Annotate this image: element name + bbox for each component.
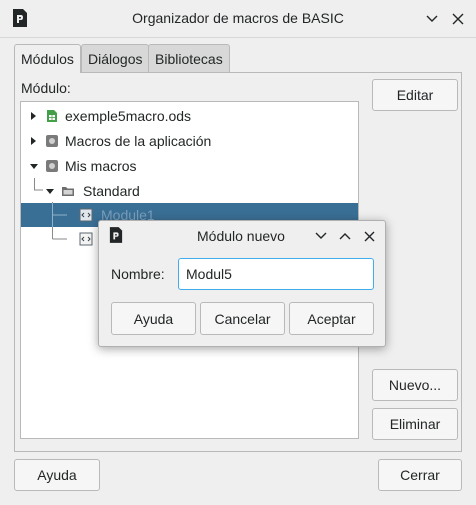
new-module-dialog: Módulo nuevo Nombre: Ayuda Cancelar Acep…: [98, 220, 386, 347]
dialog-titlebar: Módulo nuevo: [99, 221, 385, 251]
dialog-cancel-button[interactable]: Cancelar: [200, 302, 285, 335]
delete-button[interactable]: Eliminar: [372, 408, 458, 440]
dialog-help-button[interactable]: Ayuda: [111, 302, 196, 335]
tab-libraries[interactable]: Bibliotecas: [148, 44, 230, 72]
edit-button[interactable]: Editar: [372, 79, 458, 111]
new-button[interactable]: Nuevo...: [372, 369, 458, 401]
tree-item-label: Standard: [83, 183, 140, 199]
dialog-title: Módulo nuevo: [197, 228, 285, 244]
dialog-maximize-button[interactable]: [336, 227, 354, 245]
folder-icon: [62, 187, 74, 196]
dialog-close-button[interactable]: [360, 227, 378, 245]
close-window-button[interactable]: [448, 9, 468, 29]
tab-modules[interactable]: Módulos: [14, 44, 81, 73]
name-label: Nombre:: [111, 266, 165, 282]
dialog-accept-button[interactable]: Aceptar: [289, 302, 374, 335]
module-label: Módulo:: [21, 80, 71, 96]
module-name-input[interactable]: [178, 258, 374, 290]
chevron-down-icon: [426, 15, 438, 22]
tree-item-standard[interactable]: Standard: [21, 179, 358, 203]
tab-dialogs[interactable]: Diálogos: [81, 44, 150, 72]
dialog-minimize-button[interactable]: [312, 227, 330, 245]
window-titlebar: Organizador de macros de BASIC: [0, 0, 476, 38]
close-button[interactable]: Cerrar: [378, 459, 462, 491]
minimize-button[interactable]: [422, 9, 442, 29]
help-button[interactable]: Ayuda: [14, 459, 100, 491]
chevron-down-icon: [315, 232, 327, 239]
chevron-up-icon: [339, 233, 351, 240]
libreoffice-doc-icon: [109, 227, 123, 243]
collapse-arrow-icon[interactable]: [46, 189, 54, 194]
basic-module-icon: [79, 232, 93, 246]
tree-connector-icon: [52, 203, 67, 227]
window-title: Organizador de macros de BASIC: [132, 10, 344, 26]
close-icon: [364, 231, 374, 241]
basic-module-icon: [79, 208, 93, 222]
close-icon: [452, 13, 464, 25]
